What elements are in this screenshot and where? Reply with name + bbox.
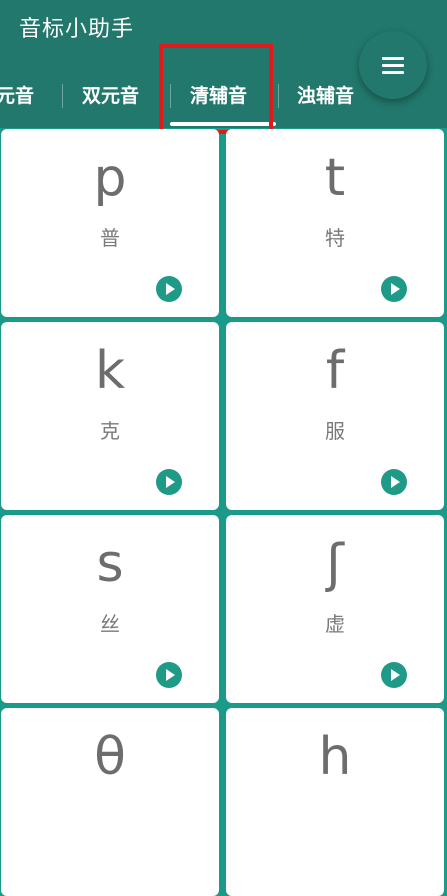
phoneme-card[interactable]: p 普: [1, 129, 219, 317]
play-icon[interactable]: [156, 276, 182, 302]
pronunciation-hint: 克: [100, 419, 120, 443]
phoneme-symbol: f: [325, 341, 345, 401]
phoneme-symbol: p: [93, 148, 127, 208]
menu-button[interactable]: [359, 31, 427, 99]
play-icon[interactable]: [156, 662, 182, 688]
phoneme-symbol: s: [96, 534, 124, 594]
tab-divider: [278, 84, 279, 108]
phoneme-card[interactable]: k 克: [1, 322, 219, 510]
pronunciation-hint: 服: [325, 419, 345, 443]
highlight-box: [159, 44, 273, 134]
phoneme-symbol: ʃ: [326, 534, 344, 594]
play-icon[interactable]: [381, 662, 407, 688]
menu-icon: [382, 57, 404, 60]
phoneme-symbol: k: [94, 341, 126, 401]
play-icon[interactable]: [381, 276, 407, 302]
phoneme-card[interactable]: h: [226, 708, 444, 896]
pronunciation-hint: 特: [325, 226, 345, 250]
phoneme-card[interactable]: f 服: [226, 322, 444, 510]
app-title: 音标小助手: [19, 17, 135, 42]
play-icon[interactable]: [156, 469, 182, 495]
tab-diphthongs[interactable]: 双元音: [82, 74, 139, 118]
phoneme-card[interactable]: s 丝: [1, 515, 219, 703]
phoneme-card[interactable]: θ: [1, 708, 219, 896]
tab-vowels[interactable]: 元音: [0, 74, 34, 118]
pronunciation-hint: 虚: [325, 612, 345, 636]
phoneme-symbol: t: [324, 148, 346, 208]
phoneme-symbol: h: [318, 727, 352, 787]
pronunciation-hint: 丝: [100, 612, 120, 636]
play-icon[interactable]: [381, 469, 407, 495]
phoneme-symbol: θ: [94, 727, 126, 787]
phoneme-card[interactable]: t 特: [226, 129, 444, 317]
tab-voiced-consonants[interactable]: 浊辅音: [297, 74, 354, 118]
tab-divider: [62, 84, 63, 108]
phoneme-card[interactable]: ʃ 虚: [226, 515, 444, 703]
pronunciation-hint: 普: [100, 226, 120, 250]
